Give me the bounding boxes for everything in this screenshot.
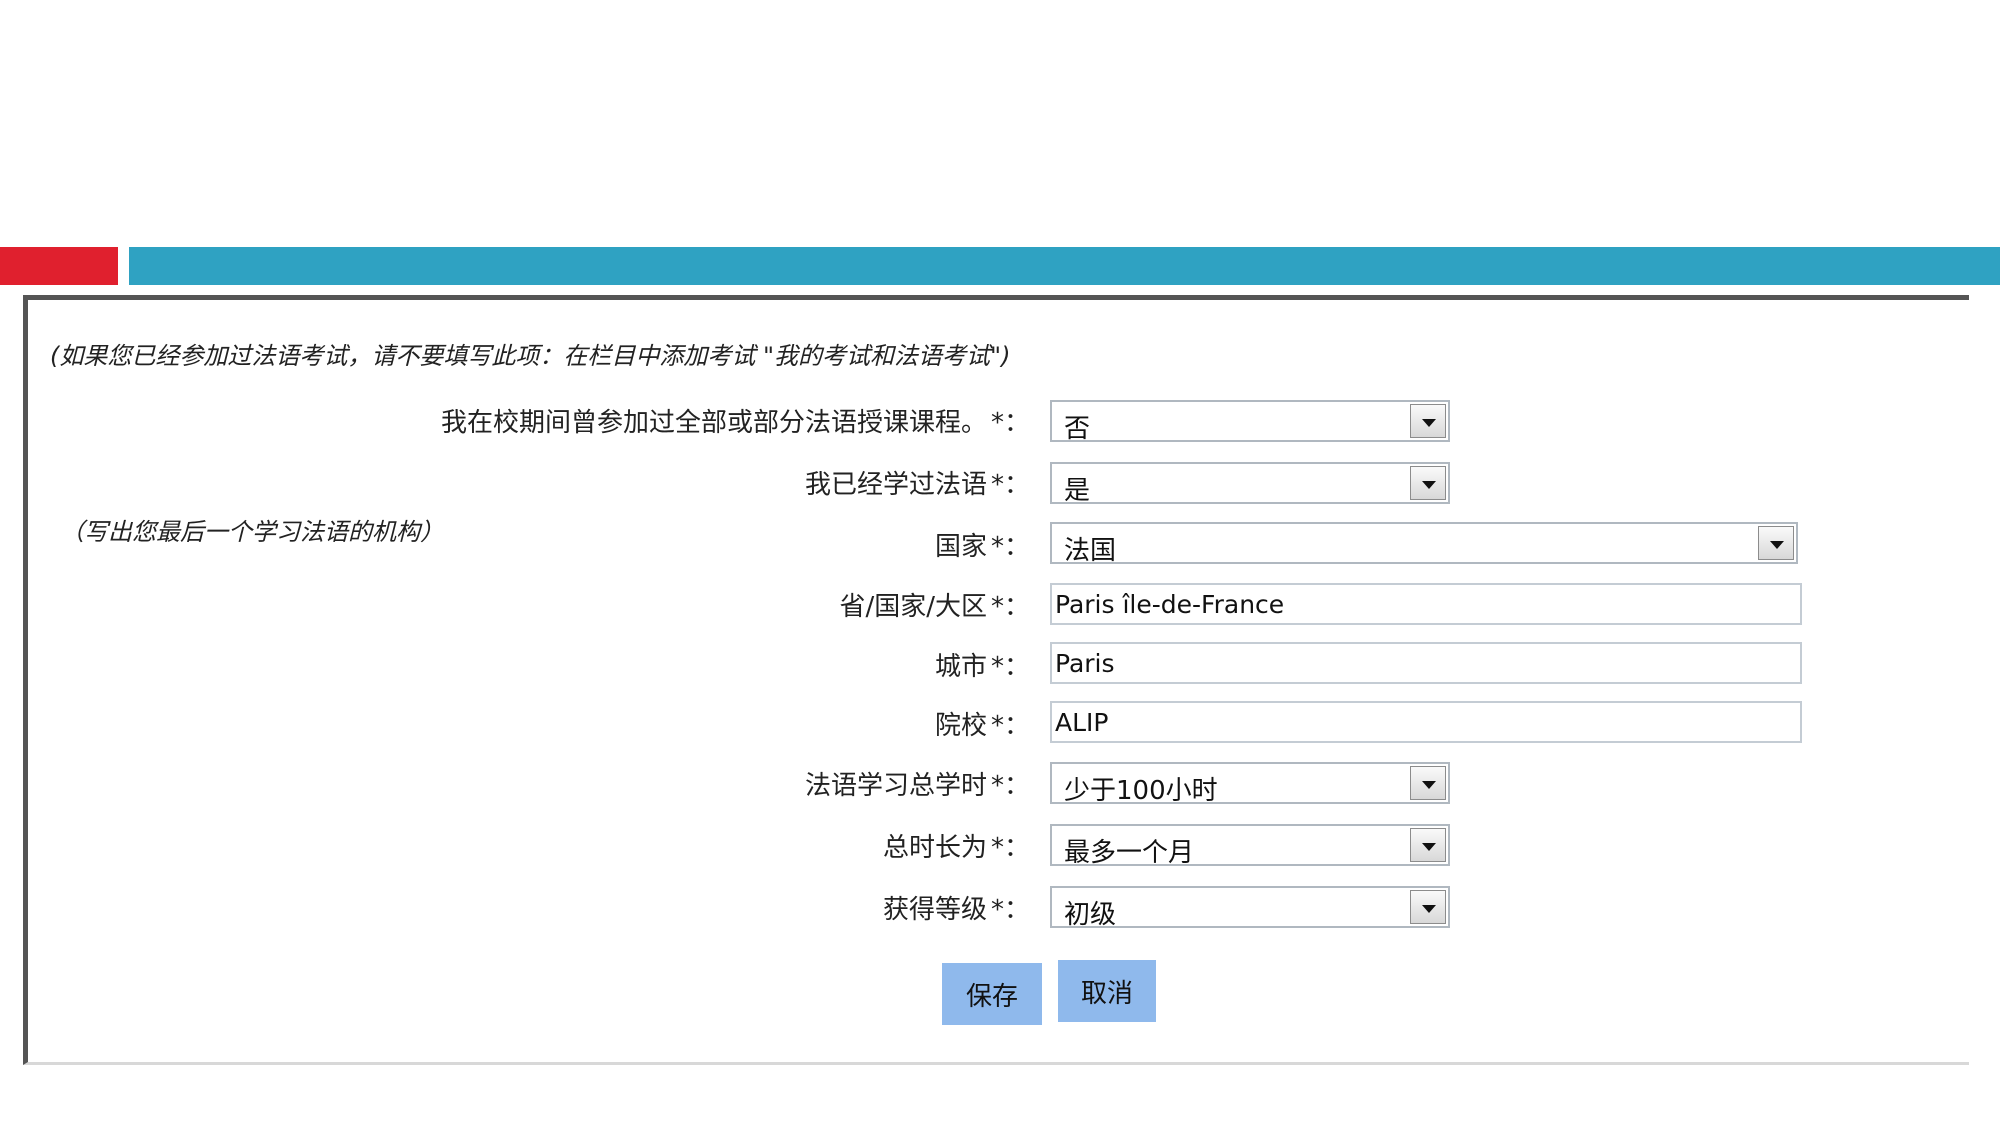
institution-label: 院校 *： [934, 711, 1030, 741]
exam-hint-note: (如果您已经参加过法语考试，请不要填写此项：在栏目中添加考试 "我的考试和法语考… [50, 342, 1011, 370]
country-label: 国家 *： [934, 532, 1030, 562]
study-hours-value: 少于100小时 [1064, 776, 1218, 806]
studied-french-label: 我已经学过法语 *： [804, 470, 1030, 500]
institution-hint-note: （写出您最后一个学习法语的机构） [60, 518, 444, 546]
chevron-down-icon[interactable] [1410, 828, 1446, 862]
chevron-down-icon[interactable] [1758, 526, 1794, 560]
country-select[interactable]: 法国 [1050, 522, 1798, 566]
studied-french-value: 是 [1064, 476, 1091, 506]
save-button[interactable]: 保存 [942, 963, 1042, 1025]
region-label: 省/国家/大区 *： [839, 592, 1030, 622]
duration-label: 总时长为 *： [882, 833, 1030, 863]
duration-select[interactable]: 最多一个月 [1050, 824, 1450, 868]
french-course-value: 否 [1064, 414, 1091, 444]
study-hours-select[interactable]: 少于100小时 [1050, 762, 1450, 806]
institution-input[interactable] [1050, 701, 1802, 743]
chevron-down-icon[interactable] [1410, 890, 1446, 924]
french-course-select[interactable]: 否 [1050, 400, 1450, 444]
city-label: 城市 *： [934, 652, 1030, 682]
chevron-down-icon[interactable] [1410, 404, 1446, 438]
french-course-label: 我在校期间曾参加过全部或部分法语授课课程。 *： [440, 408, 1030, 438]
chevron-down-icon[interactable] [1410, 466, 1446, 500]
studied-french-select[interactable]: 是 [1050, 462, 1450, 506]
level-select[interactable]: 初级 [1050, 886, 1450, 930]
page: (如果您已经参加过法语考试，请不要填写此项：在栏目中添加考试 "我的考试和法语考… [0, 0, 2000, 1125]
study-hours-label: 法语学习总学时 *： [804, 771, 1030, 801]
chevron-down-icon[interactable] [1410, 766, 1446, 800]
level-value: 初级 [1064, 900, 1117, 930]
level-label: 获得等级 *： [882, 895, 1030, 925]
duration-value: 最多一个月 [1064, 838, 1195, 868]
country-value: 法国 [1064, 536, 1117, 566]
region-input[interactable] [1050, 583, 1802, 625]
header-accent-blue [129, 247, 2000, 285]
city-input[interactable] [1050, 642, 1802, 684]
header-accent-red [0, 247, 118, 285]
cancel-button[interactable]: 取消 [1058, 960, 1156, 1022]
